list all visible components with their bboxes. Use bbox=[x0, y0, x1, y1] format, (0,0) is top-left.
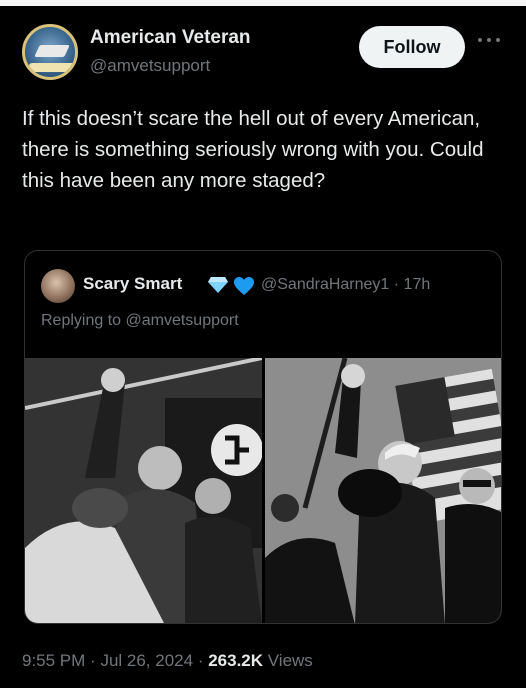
replying-to[interactable]: Replying to @amvetsupport bbox=[41, 312, 239, 330]
tweet-date[interactable]: Jul 26, 2024 bbox=[100, 651, 193, 670]
quote-author-name[interactable]: Scary Smart bbox=[83, 274, 182, 294]
tweet-text: If this doesn’t scare the hell out of ev… bbox=[22, 107, 484, 192]
follow-button[interactable]: Follow bbox=[359, 26, 465, 68]
tweet-time[interactable]: 9:55 PM bbox=[22, 651, 85, 670]
photo-left bbox=[25, 358, 262, 623]
more-dot bbox=[487, 38, 491, 42]
author-handle[interactable]: @amvetsupport bbox=[90, 56, 210, 76]
more-dot bbox=[496, 38, 500, 42]
photo-right bbox=[265, 358, 501, 623]
views-count[interactable]: 263.2K bbox=[208, 651, 263, 670]
footer-separator: · bbox=[197, 651, 209, 670]
views-label: Views bbox=[267, 651, 313, 670]
more-options-icon[interactable] bbox=[478, 38, 500, 46]
quote-author-avatar[interactable] bbox=[41, 269, 75, 303]
avatar-banner bbox=[29, 63, 75, 72]
quoted-tweet-card[interactable]: Scary Smart @SandraHarney1 · 17h Replyin… bbox=[24, 250, 502, 624]
quote-meta: @SandraHarney1 · 17h bbox=[261, 276, 430, 294]
quote-author-handle[interactable]: @SandraHarney1 bbox=[261, 276, 389, 293]
footer-separator: · bbox=[90, 651, 101, 670]
author-avatar[interactable] bbox=[22, 24, 78, 80]
quote-image-left[interactable] bbox=[25, 358, 262, 623]
meta-separator: · bbox=[393, 276, 400, 293]
tweet-footer: 9:55 PM · Jul 26, 2024 · 263.2K Views bbox=[22, 651, 313, 671]
more-dot bbox=[478, 38, 482, 42]
top-edge-strip bbox=[0, 0, 526, 6]
diamond-icon bbox=[208, 277, 228, 293]
author-name[interactable]: American Veteran bbox=[90, 27, 251, 49]
quote-image-right[interactable] bbox=[265, 358, 501, 623]
avatar-emblem bbox=[34, 45, 70, 57]
quote-time[interactable]: 17h bbox=[404, 276, 431, 293]
blue-heart-icon bbox=[234, 277, 254, 295]
